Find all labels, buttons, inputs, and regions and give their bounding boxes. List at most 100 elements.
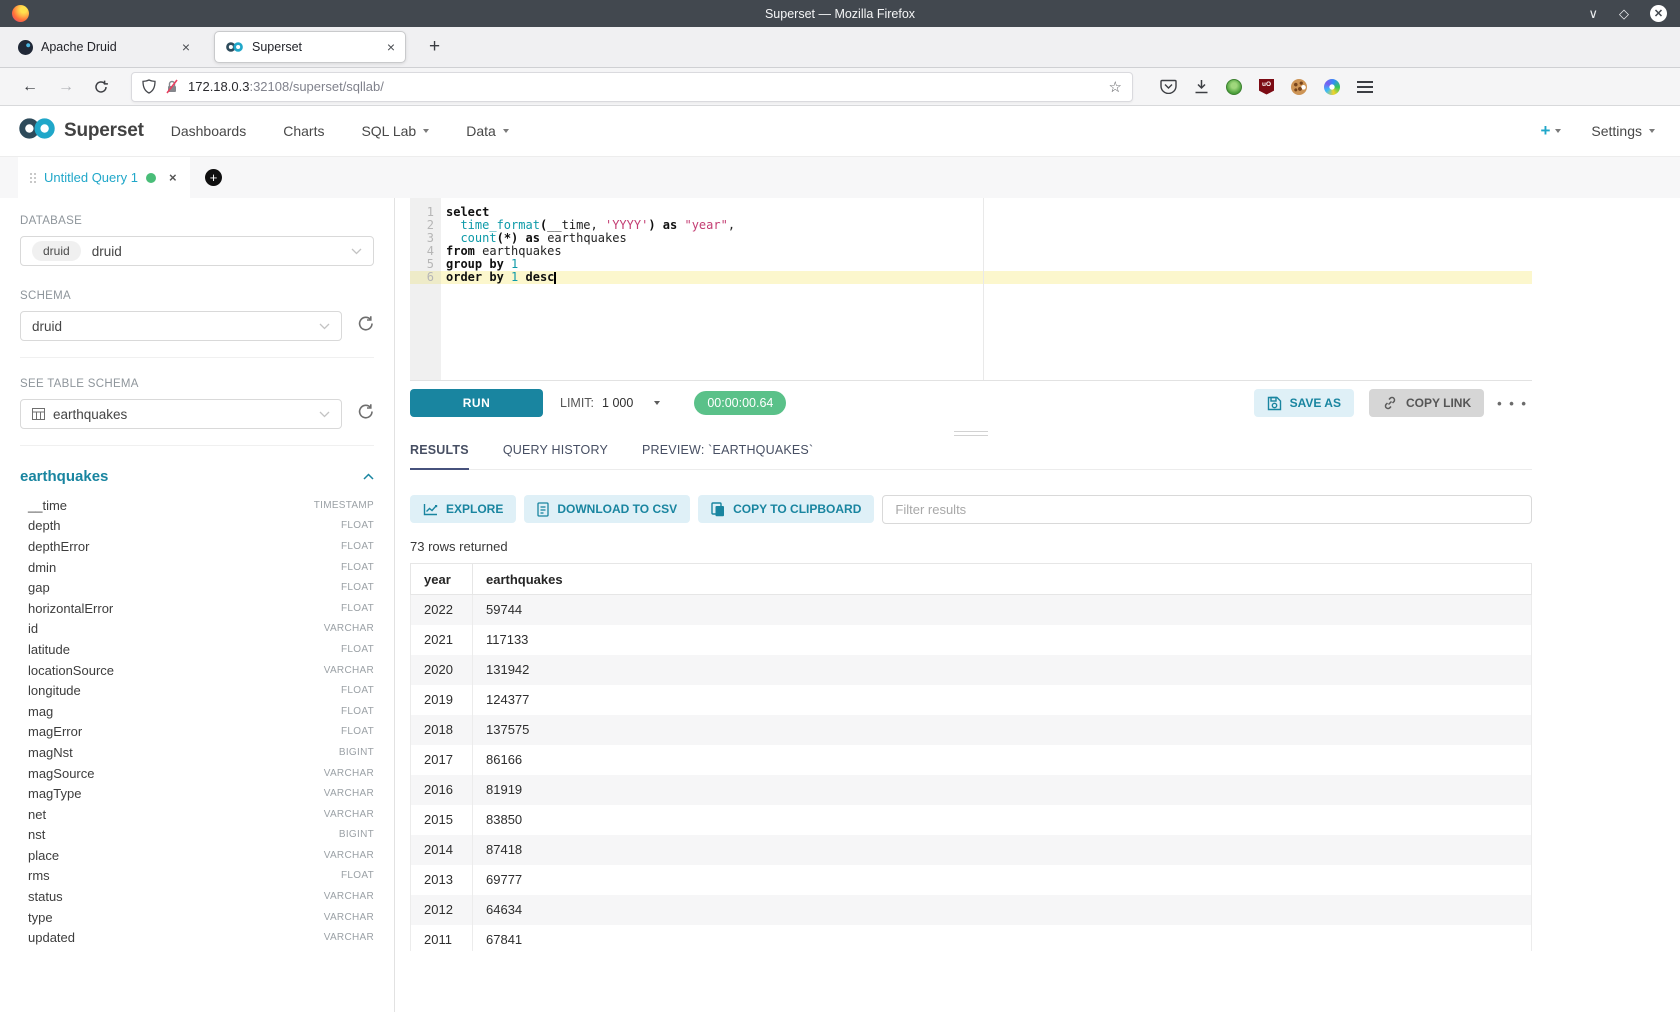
table-schema-header[interactable]: earthquakes (20, 467, 374, 485)
code-line[interactable]: from earthquakes (441, 245, 1532, 258)
run-button[interactable]: RUN (410, 389, 543, 417)
chevron-down-icon (1555, 129, 1561, 133)
column-header-earthquakes[interactable]: earthquakes (473, 564, 1532, 595)
drag-handle-icon[interactable] (29, 172, 36, 184)
column-row[interactable]: depthFLOAT (20, 516, 374, 537)
column-row[interactable]: latitudeFLOAT (20, 639, 374, 660)
column-row[interactable]: magTypeVARCHAR (20, 783, 374, 804)
close-icon[interactable]: × (169, 170, 177, 185)
column-type: FLOAT (341, 706, 374, 717)
nav-item-dashboards[interactable]: Dashboards (171, 123, 247, 139)
column-row[interactable]: longitudeFLOAT (20, 680, 374, 701)
chevron-up-icon[interactable] (363, 467, 374, 485)
schema-select[interactable]: druid (20, 311, 342, 341)
refresh-schema-icon[interactable] (357, 315, 374, 337)
column-row[interactable]: horizontalErrorFLOAT (20, 598, 374, 619)
column-row[interactable]: typeVARCHAR (20, 907, 374, 928)
result-cell: 137575 (473, 715, 1532, 745)
cookie-extension-icon[interactable] (1291, 79, 1307, 95)
column-row[interactable]: __timeTIMESTAMP (20, 495, 374, 516)
results-header-row: year earthquakes (411, 564, 1532, 595)
save-as-button[interactable]: SAVE AS (1254, 389, 1354, 417)
column-row[interactable]: gapFLOAT (20, 577, 374, 598)
colorful-extension-icon[interactable] (1324, 79, 1340, 95)
copy-link-button[interactable]: COPY LINK (1369, 389, 1484, 417)
superset-navbar: Superset Dashboards Charts SQL Lab Data … (0, 106, 1680, 157)
column-row[interactable]: magErrorFLOAT (20, 722, 374, 743)
copy-clipboard-button[interactable]: COPY TO CLIPBOARD (698, 495, 874, 523)
column-row[interactable]: mag FLOAT (20, 701, 374, 722)
refresh-table-icon[interactable] (357, 403, 374, 425)
resize-handle[interactable] (954, 431, 988, 436)
url-bar[interactable]: 172.18.0.3:32108/superset/sqllab/ ☆ (131, 72, 1133, 102)
close-icon[interactable]: × (387, 39, 395, 55)
nav-menu: Dashboards Charts SQL Lab Data (171, 123, 509, 139)
code-line[interactable]: order by 1 desc (441, 271, 1532, 284)
gutter-line-number: 4 (410, 245, 441, 258)
close-icon[interactable]: × (182, 39, 190, 55)
explore-button[interactable]: EXPLORE (410, 495, 516, 523)
result-row: 201786166 (411, 745, 1532, 775)
settings-menu[interactable]: Settings (1591, 123, 1655, 139)
code-line[interactable]: group by 1 (441, 258, 1532, 271)
shield-icon[interactable] (142, 79, 156, 94)
column-header-year[interactable]: year (411, 564, 473, 595)
chart-icon (423, 503, 438, 516)
downloads-icon[interactable] (1194, 79, 1209, 94)
database-select[interactable]: druid druid (20, 236, 374, 266)
pocket-icon[interactable] (1160, 79, 1177, 94)
new-tab-button[interactable]: + (429, 36, 440, 58)
window-close-icon[interactable]: ✕ (1650, 5, 1667, 22)
forward-icon[interactable]: → (58, 79, 74, 95)
column-row[interactable]: dminFLOAT (20, 557, 374, 578)
code-line[interactable]: count(*) as earthquakes (441, 232, 1532, 245)
nav-item-charts[interactable]: Charts (283, 123, 324, 139)
nav-item-sql-lab[interactable]: SQL Lab (361, 123, 429, 139)
reload-icon[interactable] (94, 80, 108, 94)
column-row[interactable]: magSourceVARCHAR (20, 763, 374, 784)
limit-control[interactable]: LIMIT: 1 000 (560, 396, 660, 410)
column-row[interactable]: rmsFLOAT (20, 866, 374, 887)
browser-tab-superset[interactable]: Superset × (214, 31, 406, 63)
tab-results[interactable]: RESULTS (410, 443, 469, 470)
result-row: 2018137575 (411, 715, 1532, 745)
column-row[interactable]: updatedVARCHAR (20, 927, 374, 948)
more-options-icon[interactable]: • • • (1497, 396, 1528, 411)
column-row[interactable]: statusVARCHAR (20, 886, 374, 907)
results-actions: EXPLORE DOWNLOAD TO CSV COPY TO CLIPBOAR… (410, 495, 1532, 524)
tab-query-history[interactable]: QUERY HISTORY (503, 443, 608, 469)
column-row[interactable]: magNstBIGINT (20, 742, 374, 763)
editor-code[interactable]: select time_format(__time, 'YYYY') as "y… (441, 198, 1532, 380)
window-maximize-icon[interactable]: ◇ (1619, 7, 1629, 20)
column-row[interactable]: locationSourceVARCHAR (20, 660, 374, 681)
query-tab-untitled-query-1[interactable]: Untitled Query 1 × (18, 157, 190, 198)
column-name: mag (28, 704, 53, 719)
download-csv-button[interactable]: DOWNLOAD TO CSV (524, 495, 690, 523)
column-row[interactable]: nstBIGINT (20, 825, 374, 846)
tab-preview-earthquakes[interactable]: PREVIEW: `EARTHQUAKES` (642, 443, 813, 469)
filter-results-input[interactable] (882, 495, 1532, 524)
privacy-badger-icon[interactable] (1226, 79, 1242, 95)
ublock-origin-icon[interactable]: uO (1259, 79, 1274, 95)
column-row[interactable]: idVARCHAR (20, 619, 374, 640)
new-item-button[interactable]: + (1540, 121, 1561, 141)
insecure-lock-icon[interactable] (165, 79, 179, 94)
result-row: 201167841 (411, 925, 1532, 952)
url-text[interactable]: 172.18.0.3:32108/superset/sqllab/ (188, 79, 1109, 94)
column-name: latitude (28, 642, 70, 657)
table-select[interactable]: earthquakes (20, 399, 342, 429)
back-icon[interactable]: ← (22, 79, 38, 95)
column-row[interactable]: depthErrorFLOAT (20, 536, 374, 557)
bookmark-star-icon[interactable]: ☆ (1109, 78, 1122, 96)
window-minimize-icon[interactable]: ∨ (1588, 7, 1598, 20)
browser-tab-apache-druid[interactable]: Apache Druid × (8, 31, 200, 63)
column-row[interactable]: placeVARCHAR (20, 845, 374, 866)
column-name: net (28, 807, 46, 822)
add-query-tab-button[interactable]: + (190, 157, 237, 198)
result-cell: 2017 (411, 745, 473, 775)
hamburger-menu-icon[interactable] (1357, 81, 1373, 93)
sql-editor[interactable]: 123456 select time_format(__time, 'YYYY'… (410, 198, 1532, 380)
superset-brand[interactable]: Superset (17, 115, 144, 147)
nav-item-data[interactable]: Data (466, 123, 509, 139)
column-row[interactable]: netVARCHAR (20, 804, 374, 825)
